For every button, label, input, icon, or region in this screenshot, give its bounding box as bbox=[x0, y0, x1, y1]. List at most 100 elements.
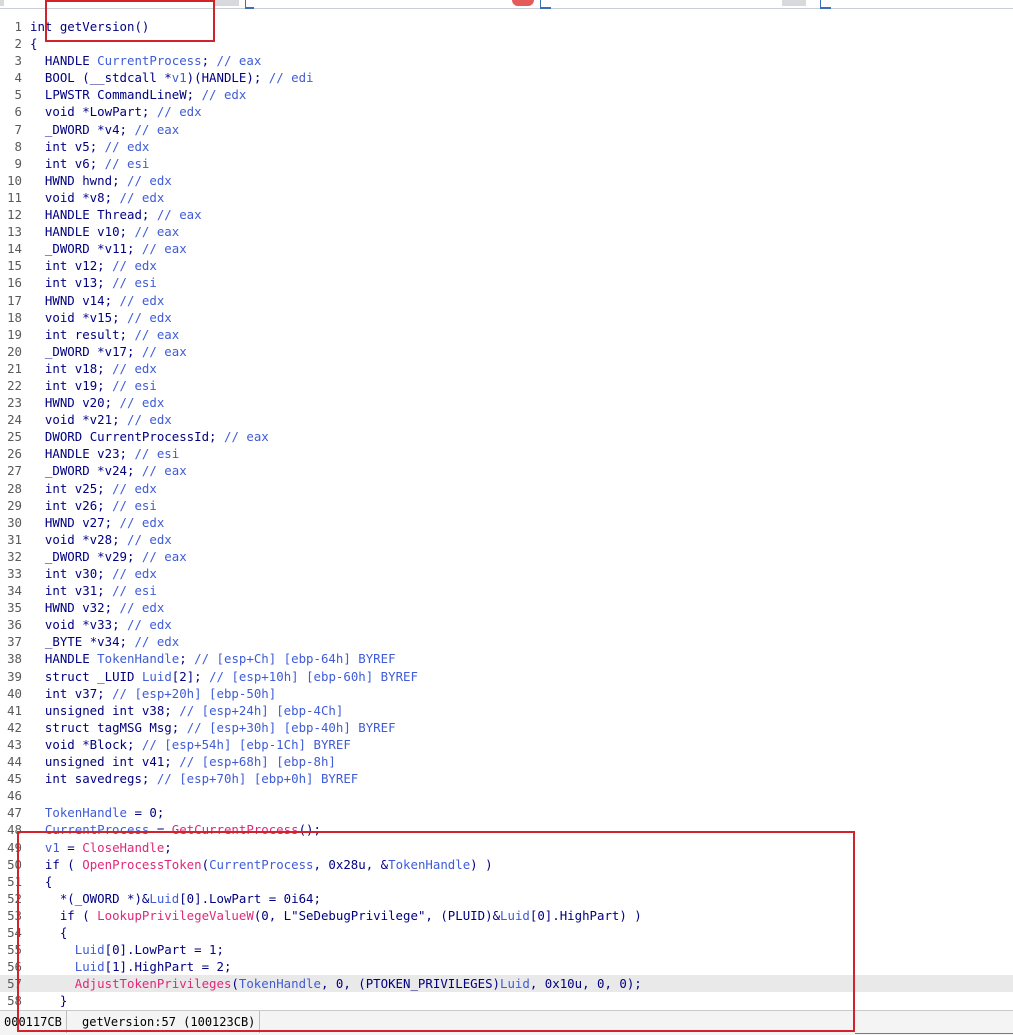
code-line[interactable]: 4 BOOL (__stdcall *v1)(HANDLE); // edi bbox=[0, 69, 1013, 86]
code-text[interactable]: unsigned int v38; // [esp+24h] [ebp-4Ch] bbox=[30, 702, 343, 719]
code-line[interactable]: 21 int v18; // edx bbox=[0, 360, 1013, 377]
code-text[interactable]: { bbox=[30, 35, 37, 52]
line-number: 41 bbox=[7, 702, 22, 718]
tab-marker-2[interactable] bbox=[540, 0, 551, 9]
code-line[interactable]: 23 HWND v20; // edx bbox=[0, 394, 1013, 411]
code-text[interactable]: void *v21; // edx bbox=[30, 411, 172, 428]
code-line[interactable]: 41 unsigned int v38; // [esp+24h] [ebp-4… bbox=[0, 702, 1013, 719]
code-text[interactable]: HANDLE v10; // eax bbox=[30, 223, 179, 240]
code-line[interactable]: 24 void *v21; // edx bbox=[0, 411, 1013, 428]
code-text[interactable]: HWND v14; // edx bbox=[30, 292, 164, 309]
code-text[interactable]: HWND hwnd; // edx bbox=[30, 172, 172, 189]
code-text[interactable]: void *Block; // [esp+54h] [ebp-1Ch] BYRE… bbox=[30, 736, 351, 753]
line-number: 3 bbox=[14, 53, 22, 69]
code-text[interactable]: struct tagMSG Msg; // [esp+30h] [ebp-40h… bbox=[30, 719, 396, 736]
code-text[interactable]: _DWORD *v24; // eax bbox=[30, 462, 187, 479]
code-line[interactable]: 20 _DWORD *v17; // eax bbox=[0, 343, 1013, 360]
code-text[interactable]: BOOL (__stdcall *v1)(HANDLE); // edi bbox=[30, 69, 314, 86]
code-line[interactable]: 40 int v37; // [esp+20h] [ebp-50h] bbox=[0, 685, 1013, 702]
code-text[interactable]: int v18; // edx bbox=[30, 360, 157, 377]
code-text[interactable]: _DWORD *v11; // eax bbox=[30, 240, 187, 257]
code-line[interactable]: 7 _DWORD *v4; // eax bbox=[0, 121, 1013, 138]
code-line[interactable]: 27 _DWORD *v24; // eax bbox=[0, 462, 1013, 479]
code-text[interactable]: int result; // eax bbox=[30, 326, 179, 343]
code-line[interactable]: 28 int v25; // edx bbox=[0, 480, 1013, 497]
code-text[interactable]: unsigned int v41; // [esp+68h] [ebp-8h] bbox=[30, 753, 336, 770]
tab-marker-3[interactable] bbox=[820, 0, 831, 9]
code-text[interactable]: int v37; // [esp+20h] [ebp-50h] bbox=[30, 685, 276, 702]
code-text[interactable]: int v6; // esi bbox=[30, 155, 149, 172]
code-text[interactable]: HWND v32; // edx bbox=[30, 599, 164, 616]
code-text[interactable]: DWORD CurrentProcessId; // eax bbox=[30, 428, 269, 445]
line-number: 31 bbox=[7, 531, 22, 547]
code-text[interactable]: int v31; // esi bbox=[30, 582, 157, 599]
code-text[interactable]: int v26; // esi bbox=[30, 497, 157, 514]
code-text[interactable]: HANDLE Thread; // eax bbox=[30, 206, 202, 223]
code-line[interactable]: 34 int v31; // esi bbox=[0, 582, 1013, 599]
code-line[interactable]: 33 int v30; // edx bbox=[0, 565, 1013, 582]
code-line[interactable]: 15 int v12; // edx bbox=[0, 257, 1013, 274]
code-text[interactable]: _DWORD *v17; // eax bbox=[30, 343, 187, 360]
code-text[interactable]: LPWSTR CommandLineW; // edx bbox=[30, 86, 246, 103]
code-text[interactable]: _DWORD *v29; // eax bbox=[30, 548, 187, 565]
code-text[interactable]: void *v15; // edx bbox=[30, 309, 172, 326]
close-tab-icon[interactable] bbox=[512, 0, 534, 6]
code-line[interactable]: 6 void *LowPart; // edx bbox=[0, 103, 1013, 120]
code-line[interactable]: 29 int v26; // esi bbox=[0, 497, 1013, 514]
code-line[interactable]: 47 TokenHandle = 0; bbox=[0, 804, 1013, 821]
code-text[interactable]: void *v33; // edx bbox=[30, 616, 172, 633]
code-line[interactable]: 45 int savedregs; // [esp+70h] [ebp+0h] … bbox=[0, 770, 1013, 787]
code-line[interactable]: 43 void *Block; // [esp+54h] [ebp-1Ch] B… bbox=[0, 736, 1013, 753]
code-line[interactable]: 13 HANDLE v10; // eax bbox=[0, 223, 1013, 240]
code-line[interactable]: 18 void *v15; // edx bbox=[0, 309, 1013, 326]
code-text[interactable]: int v19; // esi bbox=[30, 377, 157, 394]
code-text[interactable]: TokenHandle = 0; bbox=[30, 804, 164, 821]
line-number: 1 bbox=[14, 19, 22, 34]
code-text[interactable]: _BYTE *v34; // edx bbox=[30, 633, 179, 650]
code-line[interactable]: 46 bbox=[0, 787, 1013, 804]
code-line[interactable]: 9 int v6; // esi bbox=[0, 155, 1013, 172]
code-text[interactable]: HWND v20; // edx bbox=[30, 394, 164, 411]
code-text[interactable]: void *v28; // edx bbox=[30, 531, 172, 548]
tab-marker[interactable] bbox=[245, 0, 254, 9]
line-number: 32 bbox=[7, 548, 22, 564]
code-line[interactable]: 36 void *v33; // edx bbox=[0, 616, 1013, 633]
code-text[interactable]: void *v8; // edx bbox=[30, 189, 164, 206]
code-line[interactable]: 42 struct tagMSG Msg; // [esp+30h] [ebp-… bbox=[0, 719, 1013, 736]
code-line[interactable]: 44 unsigned int v41; // [esp+68h] [ebp-8… bbox=[0, 753, 1013, 770]
code-line[interactable]: 17 HWND v14; // edx bbox=[0, 292, 1013, 309]
code-text[interactable]: int v30; // edx bbox=[30, 565, 157, 582]
code-text[interactable]: HANDLE v23; // esi bbox=[30, 445, 179, 462]
code-line[interactable]: 19 int result; // eax bbox=[0, 326, 1013, 343]
code-line[interactable]: 26 HANDLE v23; // esi bbox=[0, 445, 1013, 462]
line-number: 30 bbox=[7, 514, 22, 530]
code-text[interactable]: void *LowPart; // edx bbox=[30, 103, 202, 120]
code-text[interactable]: HANDLE CurrentProcess; // eax bbox=[30, 52, 261, 69]
code-line[interactable]: 22 int v19; // esi bbox=[0, 377, 1013, 394]
code-text[interactable]: _DWORD *v4; // eax bbox=[30, 121, 179, 138]
code-line[interactable]: 5 LPWSTR CommandLineW; // edx bbox=[0, 86, 1013, 103]
code-text[interactable]: HANDLE TokenHandle; // [esp+Ch] [ebp-64h… bbox=[30, 650, 396, 667]
code-line[interactable]: 37 _BYTE *v34; // edx bbox=[0, 633, 1013, 650]
code-text[interactable]: int v13; // esi bbox=[30, 274, 157, 291]
code-line[interactable]: 31 void *v28; // edx bbox=[0, 531, 1013, 548]
code-line[interactable]: 39 struct _LUID Luid[2]; // [esp+10h] [e… bbox=[0, 668, 1013, 685]
code-line[interactable]: 11 void *v8; // edx bbox=[0, 189, 1013, 206]
code-text[interactable]: HWND v27; // edx bbox=[30, 514, 164, 531]
code-line[interactable]: 35 HWND v32; // edx bbox=[0, 599, 1013, 616]
code-line[interactable]: 3 HANDLE CurrentProcess; // eax bbox=[0, 52, 1013, 69]
code-line[interactable]: 25 DWORD CurrentProcessId; // eax bbox=[0, 428, 1013, 445]
code-line[interactable]: 12 HANDLE Thread; // eax bbox=[0, 206, 1013, 223]
code-text[interactable]: int v5; // edx bbox=[30, 138, 149, 155]
code-line[interactable]: 16 int v13; // esi bbox=[0, 274, 1013, 291]
code-text[interactable]: int savedregs; // [esp+70h] [ebp+0h] BYR… bbox=[30, 770, 358, 787]
code-text[interactable]: int v12; // edx bbox=[30, 257, 157, 274]
code-line[interactable]: 30 HWND v27; // edx bbox=[0, 514, 1013, 531]
code-line[interactable]: 14 _DWORD *v11; // eax bbox=[0, 240, 1013, 257]
code-line[interactable]: 38 HANDLE TokenHandle; // [esp+Ch] [ebp-… bbox=[0, 650, 1013, 667]
code-line[interactable]: 8 int v5; // edx bbox=[0, 138, 1013, 155]
code-text[interactable]: struct _LUID Luid[2]; // [esp+10h] [ebp-… bbox=[30, 668, 418, 685]
code-line[interactable]: 32 _DWORD *v29; // eax bbox=[0, 548, 1013, 565]
code-line[interactable]: 10 HWND hwnd; // edx bbox=[0, 172, 1013, 189]
code-text[interactable]: int v25; // edx bbox=[30, 480, 157, 497]
